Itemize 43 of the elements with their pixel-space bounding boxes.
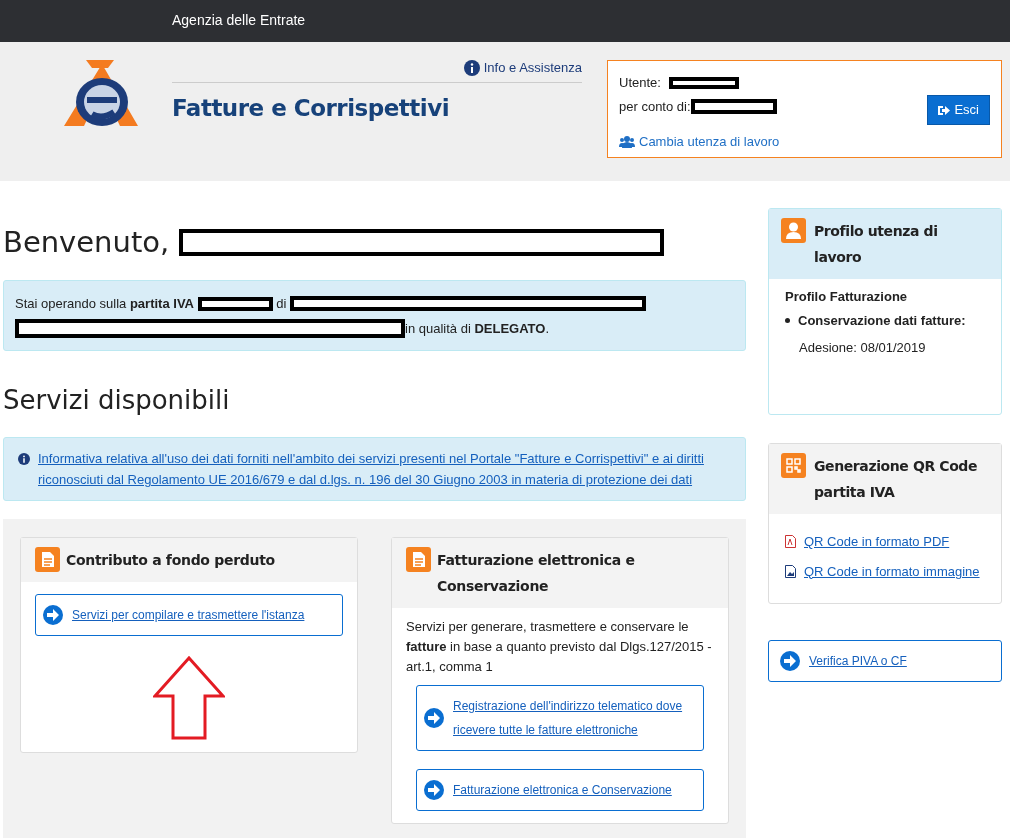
- info-icon: [463, 59, 480, 76]
- bullet-icon: [785, 317, 790, 323]
- service-link[interactable]: Registrazione dell'indirizzo telematico dove ricevere tutte le fatture elettroniche: [416, 685, 704, 752]
- qr-link[interactable]: QR Code in formato immagine: [785, 561, 985, 581]
- welcome-heading: Benvenuto,: [3, 224, 170, 260]
- card-title: Fatturazione elettronica e Conservazione: [437, 551, 636, 597]
- document-icon: [406, 547, 431, 573]
- arrow-right-icon: [42, 604, 64, 627]
- card-description: Servizi per generare, trasmettere e conservare le fatture in base a quanto previsto dal Dlgs.127/2015 - art.1, comma 1: [406, 618, 713, 677]
- profile-name: Profilo Fatturazione: [785, 288, 909, 306]
- arrow-right-icon: [423, 707, 445, 730]
- privacy-link[interactable]: Informativa relativa all'uso dei dati forniti nell'ambito dei servizi presenti nel Portale "Fatture e Corrispettivi" e ai diritti riconosciuti dal Regolamento UE 2016/679 e dal d.lgs. n. 196 del 30 Giugno 2003 in materia di protezione dei dati: [38, 448, 731, 491]
- service-link[interactable]: Servizi per compilare e trasmettere l'istanza: [35, 594, 343, 637]
- help-link[interactable]: Info e Assistenza: [483, 58, 582, 78]
- section-heading: Servizi disponibili: [3, 385, 231, 417]
- arrow-right-icon: [423, 779, 445, 802]
- logout-icon: [938, 104, 951, 116]
- pdf-file-icon: [785, 535, 796, 549]
- verify-link[interactable]: Verifica PIVA o CF: [768, 640, 1002, 682]
- logout-button[interactable]: Esci: [927, 95, 990, 125]
- redaction-box: [668, 76, 739, 89]
- info-icon: [18, 453, 30, 466]
- app-title: Fatture e Corrispettivi: [172, 93, 451, 123]
- qr-link[interactable]: QR Code in formato PDF: [785, 532, 985, 552]
- image-file-icon: [785, 564, 796, 578]
- card-title: Profilo utenza di lavoro: [814, 222, 939, 267]
- profile-detail: Adesione: 08/01/2019: [798, 339, 927, 357]
- on-behalf-label: per conto di:: [619, 97, 691, 116]
- arrow-right-icon: [779, 650, 801, 672]
- profile-item: Conservazione dati fatture:: [798, 311, 966, 330]
- user-label: Utente:: [619, 74, 661, 92]
- alert-text: in qualità di DELEGATO.: [405, 320, 550, 336]
- service-link[interactable]: Fatturazione elettronica e Conservazione: [416, 769, 704, 812]
- alert-text: Stai operando sulla partita IVA: [15, 295, 194, 311]
- change-user-link[interactable]: Cambia utenza di lavoro: [639, 132, 780, 152]
- alert-text: di: [276, 295, 287, 311]
- card-title: Contributo a fondo perduto: [66, 551, 275, 571]
- site-title: Agenzia delle Entrate: [172, 12, 306, 28]
- document-icon: [35, 547, 60, 573]
- users-icon: [619, 135, 635, 149]
- user-icon: [781, 218, 806, 243]
- qr-code-icon: [781, 453, 806, 478]
- card-title: Generazione QR Code partita IVA: [814, 457, 979, 502]
